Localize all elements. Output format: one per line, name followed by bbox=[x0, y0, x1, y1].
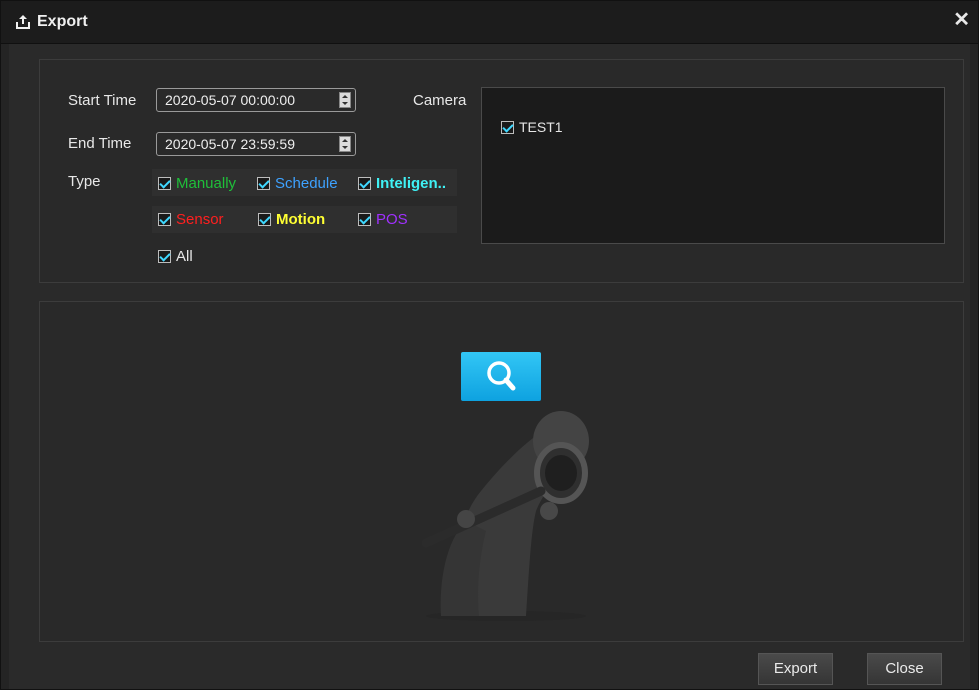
camera-label: Camera bbox=[413, 92, 467, 109]
start-time-value: 2020-05-07 00:00:00 bbox=[165, 92, 295, 108]
type-checkbox-motion[interactable]: Motion bbox=[258, 210, 325, 228]
type-label-motion: Motion bbox=[276, 210, 326, 228]
dialog-title: Export bbox=[37, 13, 88, 30]
end-time-field[interactable]: 2020-05-07 23:59:59 bbox=[156, 132, 356, 156]
export-dialog: Export ✕ Start Time 2020-05-07 00:00:00 … bbox=[0, 0, 979, 690]
magnifier-figure-icon bbox=[421, 411, 589, 621]
type-label-sensor: Sensor bbox=[176, 210, 224, 228]
search-icon bbox=[487, 361, 516, 391]
start-time-field[interactable]: 2020-05-07 00:00:00 bbox=[156, 88, 356, 112]
checkbox-icon[interactable] bbox=[501, 120, 514, 134]
type-checkbox-pos[interactable]: POS bbox=[358, 210, 408, 228]
end-time-spinner[interactable] bbox=[339, 136, 351, 152]
checkbox-icon[interactable] bbox=[158, 176, 171, 190]
camera-list: TEST1 bbox=[481, 87, 945, 244]
camera-item[interactable]: TEST1 bbox=[501, 118, 563, 136]
start-time-spinner[interactable] bbox=[339, 92, 351, 108]
export-icon bbox=[16, 15, 30, 29]
checkbox-icon[interactable] bbox=[358, 212, 371, 226]
close-icon[interactable]: ✕ bbox=[953, 10, 970, 30]
close-button[interactable]: Close bbox=[867, 653, 942, 685]
type-label-all: All bbox=[176, 247, 193, 265]
checkbox-icon[interactable] bbox=[258, 212, 271, 226]
type-label-intelligent: Inteligen.. bbox=[376, 174, 447, 192]
export-button[interactable]: Export bbox=[758, 653, 833, 685]
type-checkbox-all[interactable]: All bbox=[158, 247, 193, 265]
checkbox-icon[interactable] bbox=[158, 212, 171, 226]
type-label: Type bbox=[68, 173, 101, 190]
checkbox-icon[interactable] bbox=[358, 176, 371, 190]
type-label-schedule: Schedule bbox=[275, 174, 338, 192]
type-label-manually: Manually bbox=[176, 174, 237, 192]
search-button[interactable] bbox=[461, 352, 541, 401]
dialog-titlebar: Export ✕ bbox=[1, 1, 978, 44]
camera-item-label: TEST1 bbox=[519, 119, 563, 135]
type-checkbox-manually[interactable]: Manually bbox=[158, 174, 236, 192]
type-label-pos: POS bbox=[376, 210, 408, 228]
checkbox-icon[interactable] bbox=[158, 249, 171, 263]
checkbox-icon[interactable] bbox=[257, 176, 270, 190]
end-time-value: 2020-05-07 23:59:59 bbox=[165, 136, 295, 152]
start-time-label: Start Time bbox=[68, 92, 137, 109]
type-checkbox-sensor[interactable]: Sensor bbox=[158, 210, 224, 228]
type-checkbox-intelligent[interactable]: Inteligen.. bbox=[358, 174, 446, 192]
type-checkbox-schedule[interactable]: Schedule bbox=[257, 174, 338, 192]
end-time-label: End Time bbox=[68, 135, 132, 152]
